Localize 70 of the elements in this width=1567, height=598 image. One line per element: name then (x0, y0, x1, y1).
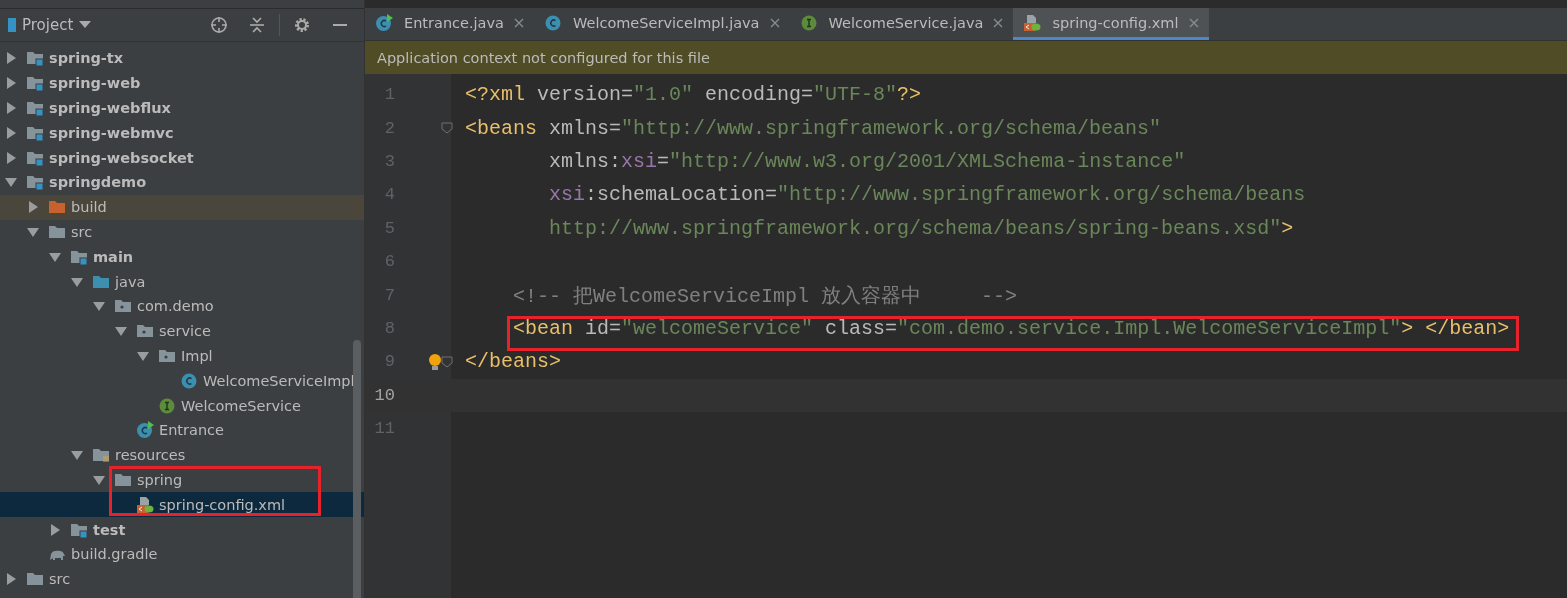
tree-item[interactable]: java (92, 272, 146, 291)
close-icon[interactable] (1188, 17, 1199, 28)
editor-tab[interactable]: WelcomeService.java (789, 8, 1014, 40)
tree-item[interactable]: main (70, 247, 134, 266)
tree-item[interactable]: service (136, 322, 211, 341)
code-line: http://www.springframework.org/schema/beans/spring-beans.xsd"> (548, 216, 1294, 240)
tree-item[interactable]: src (26, 570, 71, 589)
xml-file-icon (136, 495, 154, 514)
resources-folder-icon (92, 446, 110, 465)
expand-arrow-icon[interactable] (48, 522, 62, 537)
panel-title[interactable]: Project (22, 16, 74, 34)
expand-arrow-icon[interactable] (26, 200, 40, 215)
module-folder-icon (26, 173, 44, 192)
expand-arrow-icon[interactable] (4, 150, 18, 165)
tree-item[interactable]: spring-webflux (26, 99, 171, 117)
class-icon (180, 371, 198, 390)
code-line: <bean id="welcomeService" class="com.demo.service.Impl.WelcomeServiceImpl"> </bean> (465, 316, 1510, 340)
scrollbar[interactable] (353, 340, 361, 598)
expand-arrow-icon[interactable] (4, 125, 18, 140)
code-line: xmlns:xsi="http://www.w3.org/2001/XMLSchema-instance" (548, 149, 1186, 173)
tree-item[interactable]: Impl (158, 346, 213, 365)
expand-arrow-icon[interactable] (4, 101, 18, 115)
tree-item[interactable]: WelcomeService (158, 396, 301, 415)
tree-item[interactable]: spring-web (26, 74, 141, 93)
close-icon[interactable] (769, 17, 780, 28)
tree-item[interactable]: test (70, 520, 126, 539)
tree-item[interactable]: spring-webmvc (26, 123, 174, 142)
expand-arrow-icon[interactable] (4, 76, 18, 91)
editor-tab[interactable]: spring-config.xml (1013, 8, 1209, 40)
lightbulb-icon[interactable] (427, 352, 443, 371)
tree-item[interactable]: com.demo (114, 297, 214, 316)
runnable-class-icon (136, 421, 154, 440)
code-line: <beans xmlns="http://www.springframework.org/schema/beans" (465, 116, 1162, 140)
code-line: <?xml version="1.0" encoding="UTF-8"?> (465, 83, 922, 107)
tree-item[interactable]: src (48, 222, 93, 241)
expand-arrow-icon[interactable] (4, 572, 18, 587)
interface-icon (158, 396, 176, 415)
dropdown-caret-icon[interactable] (79, 21, 92, 29)
close-icon[interactable] (993, 17, 1004, 28)
fold-marker-icon[interactable] (441, 122, 453, 135)
tree-item[interactable]: spring (114, 470, 183, 489)
crosshair-icon[interactable] (210, 16, 228, 34)
tree-item[interactable]: spring-tx (26, 49, 124, 68)
tree-item[interactable]: springdemo (26, 173, 147, 192)
collapse-all-icon[interactable] (248, 16, 266, 34)
code-line: xsi:schemaLocation="http://www.springframework.org/schema/beans (548, 183, 1306, 207)
code-line: <!-- 把WelcomeServiceImpl 放入容器中 --> (512, 283, 1018, 309)
editor-tab[interactable]: Entrance.java (365, 8, 534, 40)
runnable-class-icon (375, 13, 393, 32)
tree-item[interactable]: build.gradle (48, 545, 158, 564)
notification-bar: Application context not configured for this file (365, 41, 1567, 74)
interface-icon (799, 13, 818, 32)
code-line: </beans> (465, 350, 561, 374)
xml-file-icon (1023, 13, 1042, 32)
tree-item[interactable]: Entrance (136, 421, 224, 440)
module-folder-icon (26, 49, 44, 68)
close-icon[interactable] (513, 17, 524, 28)
panel-icon (8, 18, 16, 32)
module-folder-icon (26, 99, 44, 117)
settings-icon[interactable] (293, 16, 311, 34)
fold-marker-icon[interactable] (441, 355, 453, 368)
line-number: 10 (373, 385, 395, 405)
class-icon (543, 13, 562, 32)
tree-item[interactable]: WelcomeServiceImpl (180, 371, 355, 390)
expand-arrow-icon[interactable] (4, 51, 18, 66)
tree-item[interactable]: spring-websocket (26, 148, 194, 167)
tree-item[interactable]: build (48, 198, 107, 217)
module-folder-icon (26, 74, 44, 93)
tree-item[interactable]: resources (92, 446, 186, 465)
editor-tab[interactable]: WelcomeServiceImpl.java (533, 8, 790, 40)
